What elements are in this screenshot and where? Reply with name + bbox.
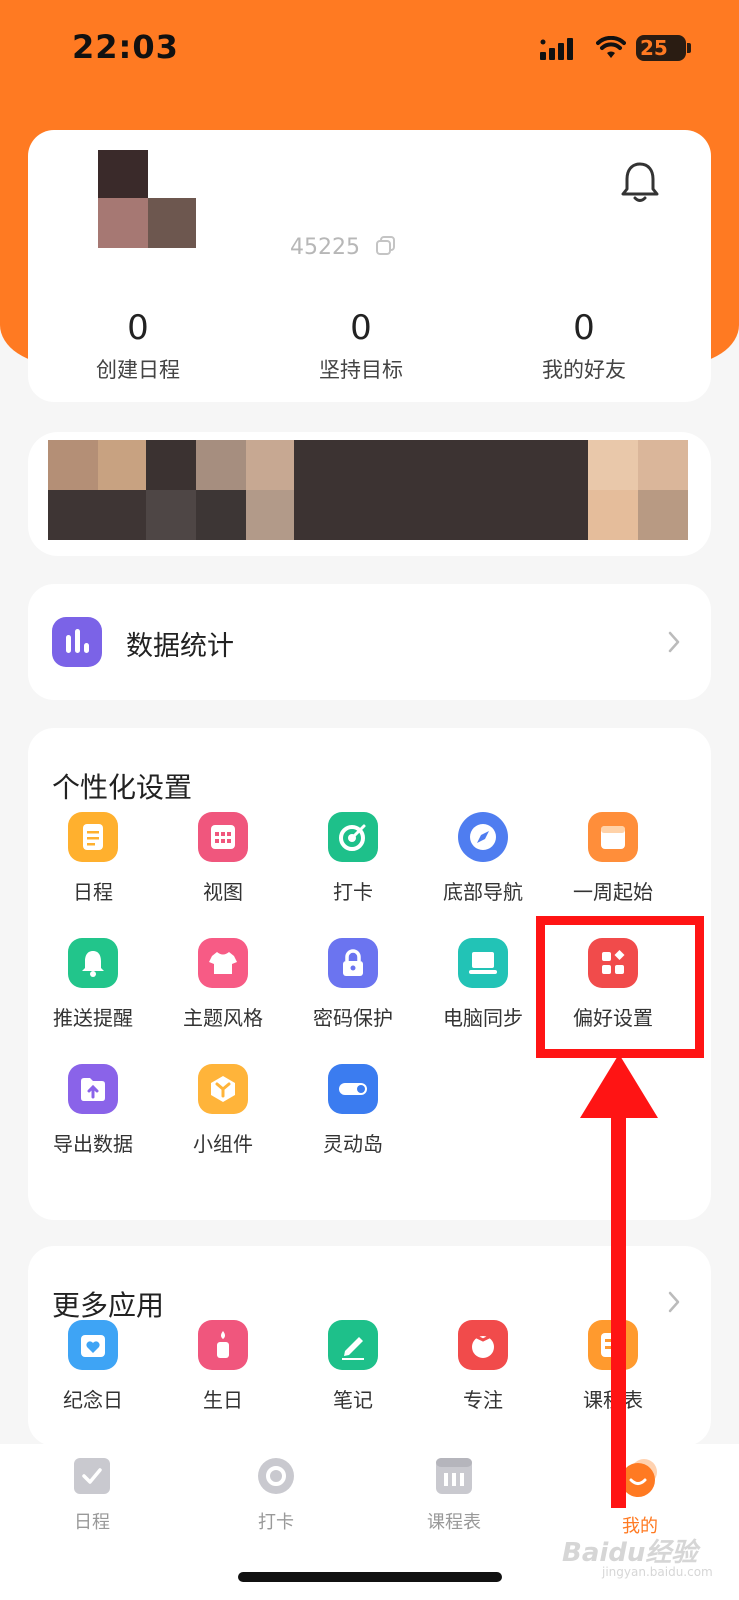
settings-item-checkin[interactable]: 打卡 <box>288 812 418 905</box>
widget-box-icon <box>198 1064 248 1114</box>
stat-created-schedules[interactable]: 0 创建日程 <box>28 308 248 384</box>
home-indicator[interactable] <box>238 1572 502 1582</box>
checkin-target-icon <box>328 812 378 862</box>
ring-icon <box>258 1458 294 1494</box>
tab-label: 课程表 <box>427 1512 481 1533</box>
section-title: 个性化设置 <box>52 771 193 804</box>
settings-item-push-reminder[interactable]: 推送提醒 <box>28 938 158 1031</box>
bar-chart-icon <box>52 617 102 667</box>
toggle-island-icon <box>328 1064 378 1114</box>
more-apps-section: 更多应用 纪念日 生日 笔记 专注 课程表 <box>28 1246 711 1446</box>
settings-item-label: 小组件 <box>193 1132 253 1156</box>
settings-item-label: 灵动岛 <box>323 1132 383 1156</box>
stat-label: 我的好友 <box>542 358 626 382</box>
settings-item-label: 电脑同步 <box>443 1006 523 1030</box>
stat-value: 0 <box>127 308 149 348</box>
chevron-right-icon <box>668 631 680 653</box>
app-item-label: 生日 <box>203 1388 243 1412</box>
avatar[interactable] <box>98 150 224 276</box>
settings-item-label: 视图 <box>203 880 243 904</box>
app-item-anniversary[interactable]: 纪念日 <box>28 1320 158 1413</box>
promo-banner[interactable] <box>28 432 711 556</box>
bell-icon <box>68 938 118 988</box>
wifi-icon <box>596 36 626 58</box>
arrow-shaft <box>611 1098 626 1508</box>
data-statistics-label: 数据统计 <box>126 631 234 662</box>
watermark-domain: jingyan.baidu.com <box>602 1565 713 1579</box>
settings-item-password[interactable]: 密码保护 <box>288 938 418 1031</box>
compass-icon <box>458 812 508 862</box>
settings-item-week-start[interactable]: 一周起始 <box>548 812 678 905</box>
schedule-icon <box>68 812 118 862</box>
export-folder-icon <box>68 1064 118 1114</box>
stat-value: 0 <box>350 308 372 348</box>
app-item-label: 专注 <box>463 1388 503 1412</box>
app-item-focus[interactable]: 专注 <box>418 1320 548 1413</box>
tshirt-icon <box>198 938 248 988</box>
highlight-box <box>536 916 704 1058</box>
battery-icon: 25 <box>636 35 691 61</box>
status-time: 22:03 <box>72 28 179 66</box>
settings-item-label: 导出数据 <box>53 1132 133 1156</box>
tab-label: 打卡 <box>258 1512 294 1533</box>
settings-item-view[interactable]: 视图 <box>158 812 288 905</box>
stat-label: 坚持目标 <box>319 358 403 382</box>
battery-level: 25 <box>640 36 668 60</box>
tab-timetable[interactable]: 课程表 <box>389 1456 519 1534</box>
data-statistics-row[interactable]: 数据统计 <box>28 584 711 700</box>
app-item-label: 纪念日 <box>63 1388 123 1412</box>
status-bar: 22:03 25 <box>0 0 739 100</box>
settings-item-label: 一周起始 <box>573 880 653 904</box>
stat-value: 0 <box>573 308 595 348</box>
tomato-focus-icon <box>458 1320 508 1370</box>
birthday-candle-icon <box>198 1320 248 1370</box>
settings-item-label: 密码保护 <box>313 1006 393 1030</box>
app-item-birthday[interactable]: 生日 <box>158 1320 288 1413</box>
settings-item-bottom-nav[interactable]: 底部导航 <box>418 812 548 905</box>
settings-item-dynamic-island[interactable]: 灵动岛 <box>288 1064 418 1157</box>
settings-item-pc-sync[interactable]: 电脑同步 <box>418 938 548 1031</box>
week-calendar-icon <box>588 812 638 862</box>
checkbox-icon <box>74 1458 110 1494</box>
baidu-watermark: Baidu经验 jingyan.baidu.com <box>562 1532 713 1579</box>
chevron-right-icon[interactable] <box>667 1290 681 1314</box>
settings-item-label: 底部导航 <box>443 880 523 904</box>
tab-schedule[interactable]: 日程 <box>27 1456 157 1534</box>
pencil-note-icon <box>328 1320 378 1370</box>
timetable-icon <box>436 1458 472 1494</box>
calendar-grid-icon <box>198 812 248 862</box>
watermark-brand: Baidu经验 <box>562 1538 698 1568</box>
section-title: 更多应用 <box>52 1289 165 1322</box>
laptop-icon <box>458 938 508 988</box>
stat-kept-goals[interactable]: 0 坚持目标 <box>251 308 471 384</box>
lock-icon <box>328 938 378 988</box>
tab-mine[interactable]: 我的 <box>575 1456 705 1538</box>
stat-my-friends[interactable]: 0 我的好友 <box>474 308 694 384</box>
tab-checkin[interactable]: 打卡 <box>211 1456 341 1534</box>
profile-card: 45225 0 创建日程 0 坚持目标 0 我的好友 <box>28 130 711 402</box>
settings-item-label: 打卡 <box>333 880 373 904</box>
settings-item-label: 主题风格 <box>183 1006 263 1030</box>
copy-icon[interactable] <box>374 234 398 258</box>
app-item-notes[interactable]: 笔记 <box>288 1320 418 1413</box>
tab-label: 日程 <box>74 1512 110 1533</box>
settings-item-widget[interactable]: 小组件 <box>158 1064 288 1157</box>
stat-label: 创建日程 <box>96 358 180 382</box>
settings-item-label: 推送提醒 <box>53 1006 133 1030</box>
user-id: 45225 <box>290 235 360 260</box>
settings-item-schedule[interactable]: 日程 <box>28 812 158 905</box>
settings-item-label: 日程 <box>73 880 113 904</box>
notification-bell-icon[interactable] <box>620 160 660 204</box>
anniversary-icon <box>68 1320 118 1370</box>
settings-item-theme[interactable]: 主题风格 <box>158 938 288 1031</box>
app-item-label: 笔记 <box>333 1388 373 1412</box>
settings-item-export-data[interactable]: 导出数据 <box>28 1064 158 1157</box>
signal-icon <box>540 38 573 60</box>
